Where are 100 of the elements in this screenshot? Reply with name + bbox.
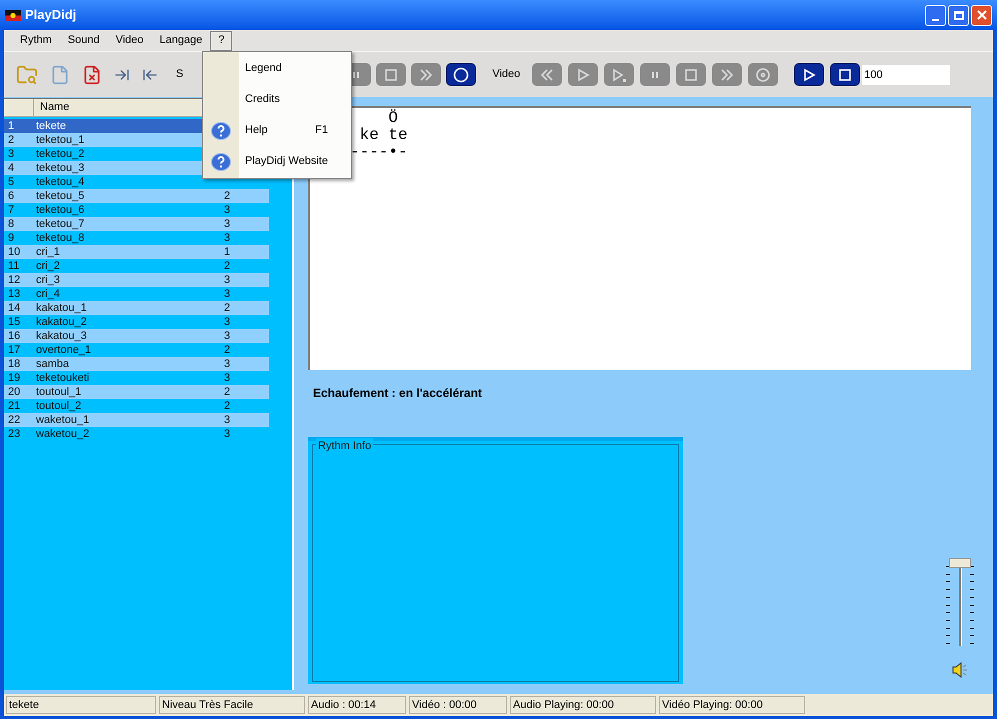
list-row[interactable]: 16 kakatou_3 3 [4,329,269,343]
new-file-icon[interactable] [50,64,70,84]
row-level: 2 [224,398,230,414]
status-panel: Vidéo Playing: 00:00 [659,696,805,714]
row-name: kakatou_1 [36,300,88,316]
sound-label: S [176,67,184,82]
slider-thumb[interactable] [949,558,971,568]
menu-item[interactable]: Sound [60,30,108,50]
record-button[interactable] [446,63,476,86]
row-number: 12 [7,272,22,288]
row-name: cri_3 [36,272,61,288]
forward-icon [419,68,434,82]
tempo-field[interactable]: 100 [862,64,950,84]
row-name: teketou_7 [36,216,86,232]
minimize-button[interactable] [925,4,946,26]
row-level: 3 [224,286,230,302]
row-level: 3 [224,216,230,232]
volume-slider[interactable] [945,558,975,648]
row-level: 2 [224,384,230,400]
row-name: cri_4 [36,286,61,302]
row-number: 18 [7,356,22,372]
row-level: 2 [224,300,230,316]
import-icon[interactable] [114,66,130,82]
step-icon [612,68,626,82]
notation-line: ----•- [350,144,408,161]
list-row[interactable]: 14 kakatou_1 2 [4,301,269,315]
row-number: 17 [7,342,22,358]
row-level: 3 [224,230,230,246]
flag-icon [5,10,21,20]
row-level: 1 [224,244,230,260]
row-level: 3 [224,370,230,386]
row-number: 21 [7,398,22,414]
stop-button[interactable] [830,63,860,86]
menu-item[interactable]: Langage [152,30,210,50]
play-button[interactable] [794,63,824,86]
notation-line: Ö [387,110,398,127]
row-name: teketou_8 [36,230,86,246]
row-level: 3 [224,412,230,428]
row-name: teketou_2 [36,146,86,162]
row-name: teketouketi [36,370,90,386]
row-level: 3 [224,426,230,442]
delete-file-icon[interactable] [82,64,102,84]
row-name: tekete [36,118,67,134]
row-number: 19 [7,370,22,386]
row-number: 8 [7,216,16,232]
row-level: 3 [224,272,230,288]
list-row[interactable]: 20 toutoul_1 2 [4,385,269,399]
row-number: 11 [7,258,20,274]
rythm-info-title: Rythm Info [316,438,374,454]
list-row[interactable]: 6 teketou_5 2 [4,189,269,203]
help-icon [211,120,231,140]
row-number: 9 [7,230,16,246]
help-icon [211,152,231,172]
row-level: 2 [224,258,230,274]
notation-line: ke te [358,127,408,144]
forward-icon [720,68,734,82]
menu-item[interactable]: Rythm [12,30,60,50]
row-level: 3 [224,328,230,344]
row-number: 4 [7,160,16,176]
close-icon [976,10,986,20]
list-row[interactable]: 10 cri_1 1 [4,245,269,259]
menu-item[interactable]: Video [108,30,152,50]
row-number: 13 [7,286,22,302]
menu-item[interactable]: ? [210,30,232,50]
row-name: cri_2 [36,258,61,274]
list-row[interactable]: 18 samba 3 [4,357,269,371]
play-icon [576,68,590,82]
stop-icon [838,68,852,82]
stop-icon [384,68,398,82]
menu-option[interactable]: Legend [203,53,351,84]
export-icon[interactable] [142,66,158,82]
status-panel: Audio : 00:14 [308,696,406,714]
window-title: PlayDidj [25,6,76,24]
row-name: teketou_4 [36,174,86,190]
open-folder-icon[interactable] [16,64,38,86]
row-name: waketou_2 [36,426,90,442]
row-number: 23 [7,426,22,442]
video-label: Video [492,67,520,82]
row-level: 3 [224,314,230,330]
row-level: 3 [224,202,230,218]
play-icon [802,68,816,82]
record-icon [453,66,470,82]
status-panel: Niveau Très Facile [159,696,305,714]
row-name: teketou_3 [36,160,86,176]
row-number: 1 [7,118,16,134]
menu-option[interactable]: Credits [203,84,351,115]
row-name: teketou_5 [36,188,86,204]
speaker-icon[interactable] [951,662,969,678]
row-name: teketou_1 [36,132,86,148]
list-row[interactable]: 8 teketou_7 3 [4,217,269,231]
rythm-description: Echaufement : en l'accélérant [313,385,483,402]
row-number: 14 [7,300,22,316]
row-number: 20 [7,384,22,400]
row-name: toutoul_2 [36,398,82,414]
close-button[interactable] [971,4,992,26]
list-row[interactable]: 22 waketou_1 3 [4,413,269,427]
row-number: 6 [7,188,16,204]
maximize-button[interactable] [948,4,969,26]
list-row[interactable]: 12 cri_3 3 [4,273,269,287]
row-number: 15 [7,314,22,330]
